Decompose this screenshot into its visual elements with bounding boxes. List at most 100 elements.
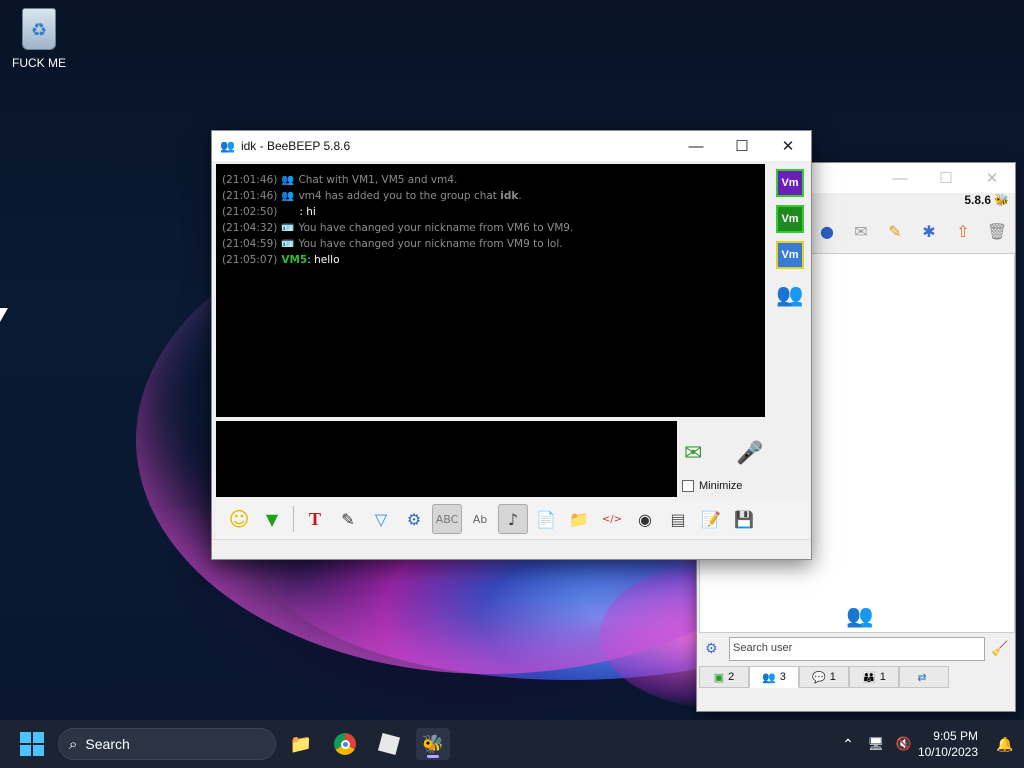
clear-search-icon[interactable]: 🧹 [991,641,1008,657]
chat-line: (21:01:46) 👥 Chat with VM1, VM5 and vm4. [222,172,759,188]
edit-icon[interactable]: ✎ [881,217,909,245]
sound-icon[interactable]: ♪ [498,504,528,534]
system-message: You have changed your nickname from VM9 … [298,237,563,250]
system-message-text: . [518,189,522,202]
messages-icon: 💬 [812,671,826,684]
windows-logo-tile [20,732,31,743]
filter-icon[interactable]: ▽ [366,504,396,534]
system-message: You have changed your nickname from VM6 … [298,221,574,234]
group-name: idk [500,189,519,202]
send-icon[interactable]: ✉ [684,441,702,466]
tools-icon[interactable]: ✱ [915,217,943,245]
tab-groups[interactable]: 👪 1 [849,666,899,688]
tab-shares[interactable]: ⇄ [899,666,949,688]
update-icon[interactable]: ⇧ [949,217,977,245]
save-icon[interactable]: 💾 [729,504,759,534]
tab-messages[interactable]: 💬 1 [799,666,849,688]
taskbar-search[interactable]: ⌕ Search [58,728,276,760]
tab-chats[interactable]: ▣ 2 [699,666,749,688]
recycle-bin-icon [22,8,56,50]
beebeep-taskbar-icon[interactable]: 🐝 [416,728,450,760]
notes-icon[interactable]: 📝 [696,504,726,534]
search-label: Search [85,736,130,752]
settings-icon[interactable]: ⚙ [399,504,429,534]
tab-count: 2 [728,671,735,683]
chrome-icon[interactable] [328,728,362,760]
minimize-option[interactable]: Minimize [682,480,742,492]
bee-icon: 🐝 [994,193,1009,207]
main-tabs: ▣ 2 👥 3 💬 1 👪 1 ⇄ [699,666,949,688]
message-icon[interactable]: ✉ [847,217,875,245]
roblox-icon[interactable] [372,728,406,760]
chat-log[interactable]: (21:01:46) 👥 Chat with VM1, VM5 and vm4.… [216,164,765,417]
status-bar [212,539,811,559]
chat-window[interactable]: 👥 idk - BeeBEEP 5.8.6 — ☐ ✕ (21:01:46) 👥… [211,130,812,560]
sender-nick: VM5 [281,253,308,266]
chat-line: (21:04:59) 🪪 You have changed your nickn… [222,236,759,252]
version-label: 5.8.6 🐝 [964,193,1009,207]
word-complete-icon[interactable]: Ab [465,504,495,534]
notification-bell-icon[interactable]: 🔔 [990,736,1020,753]
font-icon[interactable]: T [300,504,330,534]
tab-count: 1 [879,671,886,683]
timestamp: (21:05:07) [222,253,278,266]
expand-icon[interactable]: ▼ [257,504,287,534]
minimize-button[interactable]: — [877,163,923,193]
message-input[interactable] [216,421,677,497]
network-icon[interactable]: 🖥 [862,736,890,752]
group-icon: 👥 [220,139,235,153]
chat-titlebar: 👥 idk - BeeBEEP 5.8.6 — ☐ ✕ [212,131,811,161]
history-icon[interactable]: ▤ [663,504,693,534]
timestamp: (21:04:59) [222,237,278,250]
send-file-icon[interactable]: 📄 [531,504,561,534]
file-explorer-icon[interactable]: 📁 [284,728,318,760]
start-button[interactable] [20,732,44,756]
search-user-placeholder: Search user [733,642,793,654]
group-icon: 👥 [281,173,295,186]
maximize-button[interactable]: ☐ [719,131,765,161]
users-icon: 👥 [762,671,776,684]
member-avatar-vm5[interactable]: Vm [776,205,804,233]
timestamp: (21:01:46) [222,189,278,202]
tab-users[interactable]: 👥 3 [749,666,799,688]
html-icon[interactable]: </> [597,504,627,534]
screenshot-icon[interactable]: ◉ [630,504,660,534]
clock[interactable]: 9:05 PM 10/10/2023 [918,728,978,760]
microphone-icon[interactable]: 🎤 [736,441,763,466]
group-settings-icon[interactable]: 👥 [776,283,803,308]
trash-icon[interactable]: 🗑 [983,217,1011,245]
settings-gear-icon[interactable]: ⚙ [705,641,718,657]
minimize-checkbox[interactable] [682,480,694,492]
member-label: Vm [781,213,799,225]
close-button[interactable]: ✕ [969,163,1015,193]
maximize-button[interactable]: ☐ [923,163,969,193]
group-add-icon: 👥 [281,189,295,202]
windows-logo-tile [33,745,44,756]
close-button[interactable]: ✕ [765,131,811,161]
main-toolbar: ● ✉ ✎ ✱ ⇧ 🗑 [813,217,1011,245]
toolbar-separator [293,506,294,532]
chevron-up-icon[interactable]: ⌃ [834,736,862,753]
chat-message: : hi [299,205,316,218]
send-folder-icon[interactable]: 📁 [564,504,594,534]
emoticon-icon[interactable]: ☺ [224,504,254,534]
id-card-icon: 🪪 [281,221,295,234]
member-avatar-vm1[interactable]: Vm [776,169,804,197]
member-avatar-vm4[interactable]: Vm [776,241,804,269]
spellcheck-icon[interactable]: ABC [432,504,462,534]
search-icon: ⌕ [69,735,78,753]
system-tray: ⌃ 🖥 🔇 9:05 PM 10/10/2023 🔔 [834,720,1024,768]
chat-message: : hello [307,253,340,266]
minimize-button[interactable]: — [673,131,719,161]
taskbar: ⌕ Search 📁 🐝 ⌃ 🖥 🔇 9:05 PM 10/10/2023 🔔 [0,720,1024,768]
color-icon[interactable]: ✎ [333,504,363,534]
info-icon[interactable]: ● [813,217,841,245]
volume-muted-icon[interactable]: 🔇 [890,736,918,752]
windows-logo-tile [33,732,44,743]
users-illustration-icon: 👥 [846,604,874,629]
system-message-text: vm4 has added you to the group chat [298,189,501,202]
desktop-icon-recycle-bin[interactable]: FUCK ME [8,8,70,70]
member-label: Vm [781,249,799,261]
desktop-icon-label: FUCK ME [12,56,66,70]
search-user-input[interactable]: Search user [729,637,985,661]
